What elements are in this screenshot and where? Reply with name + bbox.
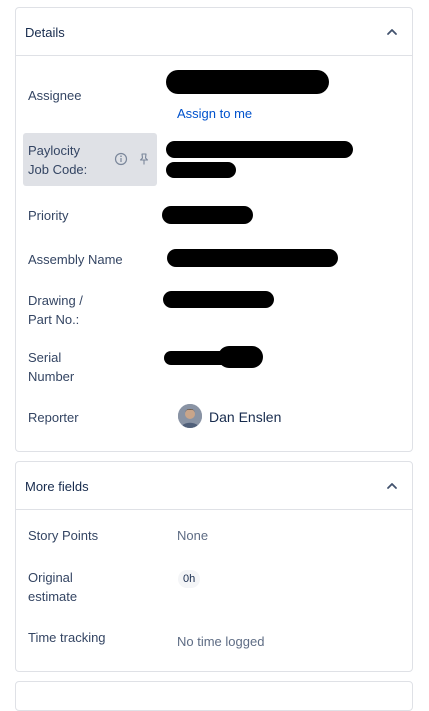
user-avatar-icon: [178, 404, 202, 428]
paylocity-value-redacted-2: [166, 162, 236, 178]
serial-number-label: Serial Number: [28, 350, 75, 384]
story-points-label: Story Points: [28, 528, 99, 543]
more-fields-header[interactable]: More fields: [16, 462, 412, 510]
assembly-name-value-redacted: [167, 249, 338, 267]
drawing-part-label: Drawing / Part No.:: [28, 293, 83, 327]
next-panel-partial: [15, 681, 413, 711]
priority-value-redacted: [162, 206, 253, 224]
time-tracking-label: Time tracking: [28, 630, 106, 645]
info-icon[interactable]: [114, 152, 128, 166]
details-title: Details: [25, 25, 65, 40]
priority-label: Priority: [28, 208, 69, 223]
paylocity-label: Paylocity Job Code:: [28, 143, 88, 177]
assignee-value-redacted: [166, 70, 329, 94]
details-panel: Details Assignee Assign to me Paylocity …: [15, 7, 413, 452]
pin-icon[interactable]: [137, 152, 151, 166]
assign-to-me-link[interactable]: Assign to me: [177, 104, 252, 123]
story-points-value[interactable]: None: [177, 526, 208, 545]
drawing-value-redacted: [163, 291, 274, 308]
paylocity-value-redacted: [166, 141, 353, 158]
serial-value-redacted-2: [218, 346, 263, 368]
original-estimate-value[interactable]: 0h: [178, 570, 201, 588]
original-estimate-label: Original estimate: [28, 570, 78, 604]
chevron-up-icon[interactable]: [384, 478, 400, 494]
reporter-label: Reporter: [28, 410, 79, 425]
avatar[interactable]: [178, 404, 202, 428]
more-fields-title: More fields: [25, 479, 89, 494]
assignee-label: Assignee: [28, 88, 82, 103]
assembly-name-label: Assembly Name: [28, 252, 123, 267]
details-header[interactable]: Details: [16, 8, 412, 56]
reporter-name[interactable]: Dan Enslen: [209, 408, 281, 427]
chevron-up-icon[interactable]: [384, 24, 400, 40]
time-tracking-value[interactable]: No time logged: [177, 632, 264, 651]
more-fields-panel: More fields Story Points None Original e…: [15, 461, 413, 672]
